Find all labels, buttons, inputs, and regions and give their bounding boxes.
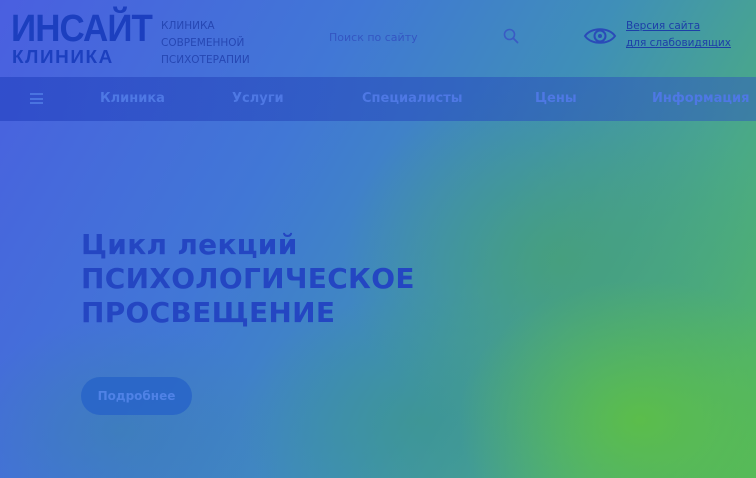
nav-item-prices[interactable]: Цены — [535, 77, 577, 121]
nav-item-info[interactable]: Информация — [652, 77, 750, 121]
low-vision-line-2: для слабовидящих — [626, 37, 731, 49]
low-vision-line-1: Версия сайта — [626, 20, 701, 32]
nav-item-clinic[interactable]: Клиника — [100, 77, 165, 121]
eye-icon[interactable] — [583, 22, 617, 50]
tagline-line-1: КЛИНИКА СОВРЕМЕННОЙ — [161, 20, 245, 49]
search-icon[interactable] — [503, 28, 519, 44]
nav-item-specialists[interactable]: Специалисты — [362, 77, 462, 121]
hero-title: Цикл лекций ПСИХОЛОГИЧЕСКОЕ ПРОСВЕЩЕНИЕ — [81, 228, 501, 330]
nav-item-services[interactable]: Услуги — [232, 77, 284, 121]
menu-icon[interactable] — [30, 93, 43, 104]
hero-title-line-3: ПРОСВЕЩЕНИЕ — [81, 296, 336, 329]
logo[interactable]: ИНСАЙТ КЛИНИКА — [11, 10, 153, 67]
search-input[interactable] — [320, 22, 511, 52]
hero-title-line-2: ПСИХОЛОГИЧЕСКОЕ — [81, 262, 415, 295]
hero-title-line-1: Цикл лекций — [81, 228, 298, 261]
more-button[interactable]: Подробнее — [81, 377, 192, 415]
tagline-line-2: ПСИХОТЕРАПИИ — [161, 54, 250, 66]
clinic-tagline: КЛИНИКА СОВРЕМЕННОЙ ПСИХОТЕРАПИИ — [161, 18, 301, 69]
logo-main-text: ИНСАЙТ — [11, 8, 153, 50]
logo-sub-text: КЛИНИКА — [12, 47, 114, 67]
main-nav: Клиника Услуги Специалисты Цены Информац… — [0, 77, 756, 121]
search-box — [320, 22, 530, 52]
site-header: ИНСАЙТ КЛИНИКА КЛИНИКА СОВРЕМЕННОЙ ПСИХО… — [0, 0, 756, 77]
low-vision-link[interactable]: Версия сайта для слабовидящих — [626, 18, 746, 52]
